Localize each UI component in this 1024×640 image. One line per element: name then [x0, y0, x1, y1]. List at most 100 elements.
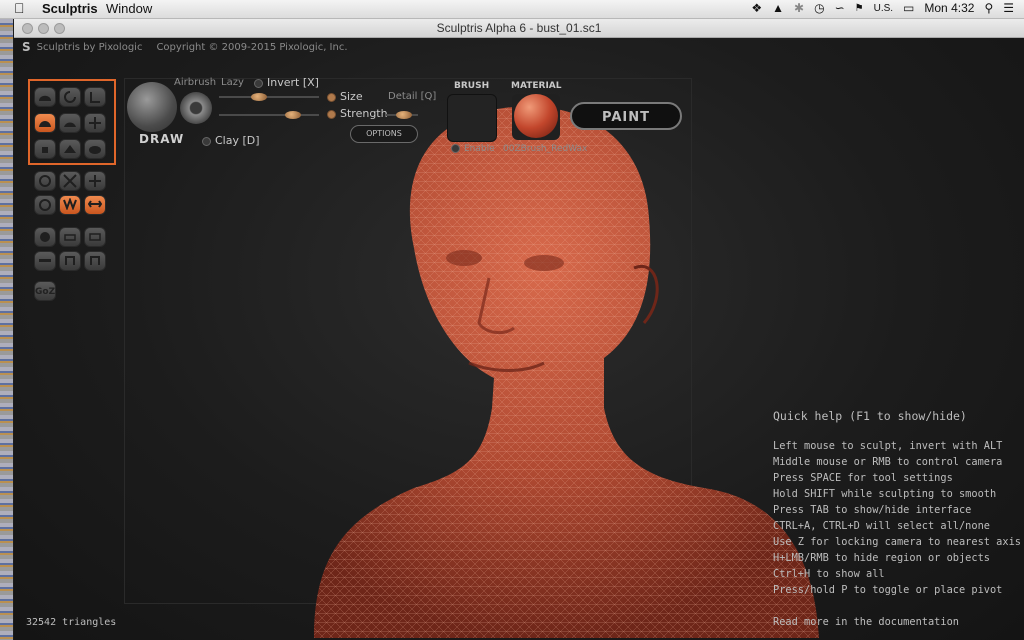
- symmetry-icon[interactable]: [34, 171, 56, 191]
- quick-help: Quick help (F1 to show/hide) Left mouse …: [773, 408, 1021, 630]
- flag-icon[interactable]: ⚑: [855, 3, 864, 14]
- detail-slider[interactable]: [386, 111, 418, 119]
- strength-radio: [327, 109, 336, 119]
- input-source[interactable]: U.S.: [874, 3, 893, 14]
- app-info-line: S Sculptris by Pixologic Copyright © 200…: [22, 40, 348, 54]
- detail-label: Detail [Q]: [388, 91, 437, 102]
- help-line: H+LMB/RMB to hide region or objects: [773, 552, 990, 564]
- show-icon[interactable]: [84, 251, 106, 271]
- app-menu[interactable]: Sculptris: [42, 1, 98, 16]
- help-line: Press SPACE for tool settings: [773, 472, 953, 484]
- clay-toggle[interactable]: Clay [D]: [202, 134, 260, 147]
- brush-title: BRUSH: [454, 81, 490, 91]
- sculptris-window: Sculptris Alpha 6 - bust_01.sc1 S Sculpt…: [14, 19, 1024, 640]
- copyright-text: Copyright © 2009-2015 Pixologic, Inc.: [156, 41, 348, 53]
- battery-icon[interactable]: ▭: [903, 1, 914, 15]
- help-line: Press TAB to show/hide interface: [773, 504, 972, 516]
- subdivide-all-icon[interactable]: [84, 227, 106, 247]
- material-preview: [514, 94, 558, 138]
- help-line: Hold SHIFT while sculpting to smooth: [773, 488, 997, 500]
- mirror-icon[interactable]: [34, 195, 56, 215]
- wifi-icon[interactable]: ∽: [835, 1, 845, 15]
- airbrush-toggle[interactable]: [180, 92, 212, 124]
- sculpt-model-bust[interactable]: [304, 78, 824, 638]
- strength-slider-knob[interactable]: [285, 111, 301, 119]
- invert-toggle[interactable]: Invert [X]: [254, 76, 319, 89]
- enable-radio: [451, 144, 460, 153]
- size-label: Size: [340, 90, 363, 103]
- brush-alpha-slot[interactable]: [447, 94, 497, 142]
- draw-tool-preview[interactable]: [127, 82, 177, 132]
- subdivide-icon[interactable]: [59, 227, 81, 247]
- triangle-count: 32542 triangles: [26, 617, 117, 628]
- status-tray: ❖ ▲ ✱ ◷ ∽ ⚑ U.S. ▭ Mon 4:32 ⚲ ☰: [751, 1, 1014, 15]
- material-slot[interactable]: [512, 94, 560, 140]
- tool-draw[interactable]: [34, 87, 56, 107]
- goz-button[interactable]: GoZ: [34, 281, 56, 301]
- strength-toggle[interactable]: Strength: [327, 107, 388, 120]
- help-line: Use Z for locking camera to nearest axis: [773, 536, 1021, 548]
- symmetry-toggle-icon[interactable]: [59, 195, 81, 215]
- apple-icon[interactable]: : [14, 0, 25, 16]
- tool-pinch[interactable]: [59, 113, 81, 133]
- hide-icon[interactable]: [59, 251, 81, 271]
- tool-flatten[interactable]: [34, 139, 56, 159]
- drive-icon[interactable]: ▲: [772, 1, 784, 15]
- detail-slider-knob[interactable]: [396, 111, 412, 119]
- invert-label: Invert [X]: [267, 76, 319, 89]
- wireframe-icon[interactable]: [59, 171, 81, 191]
- sculpt-viewport[interactable]: S Sculptris by Pixologic Copyright © 200…: [14, 38, 1024, 640]
- invert-radio: [254, 78, 263, 88]
- clock[interactable]: Mon 4:32: [924, 1, 974, 15]
- clay-label: Clay [D]: [215, 134, 260, 147]
- bluetooth-icon[interactable]: ✱: [794, 1, 804, 15]
- brand-text: Sculptris by Pixologic: [36, 41, 143, 53]
- mac-menubar:  Sculptris Window ❖ ▲ ✱ ◷ ∽ ⚑ U.S. ▭ Mo…: [0, 0, 1024, 19]
- tool-inflate[interactable]: [34, 113, 56, 133]
- dock-edge: [0, 19, 13, 640]
- paint-button[interactable]: PAINT: [570, 102, 682, 130]
- quick-help-title: Quick help (F1 to show/hide): [773, 409, 967, 423]
- clay-radio: [202, 136, 211, 146]
- size-radio: [327, 92, 336, 102]
- strength-slider[interactable]: [219, 111, 319, 119]
- tool-scale[interactable]: [59, 139, 81, 159]
- goz-label: GoZ: [35, 287, 56, 297]
- size-slider-knob[interactable]: [251, 93, 267, 101]
- draw-label: DRAW: [139, 132, 185, 146]
- spotlight-icon[interactable]: ⚲: [984, 1, 993, 15]
- sculptris-logo-icon: S: [22, 40, 31, 54]
- window-menu[interactable]: Window: [106, 1, 152, 16]
- tool-grab[interactable]: [84, 113, 106, 133]
- airbrush-label: Airbrush: [174, 77, 217, 88]
- documentation-link[interactable]: Read more in the documentation: [773, 614, 1021, 630]
- help-line: Ctrl+H to show all: [773, 568, 885, 580]
- zoom-button[interactable]: [54, 23, 65, 34]
- window-title: Sculptris Alpha 6 - bust_01.sc1: [436, 21, 602, 35]
- help-line: Middle mouse or RMB to control camera: [773, 456, 1003, 468]
- notification-center-icon[interactable]: ☰: [1003, 1, 1014, 15]
- time-machine-icon[interactable]: ◷: [814, 1, 824, 15]
- help-line: CTRL+A, CTRL+D will select all/none: [773, 520, 990, 532]
- sphere-icon[interactable]: [34, 227, 56, 247]
- strength-label: Strength: [340, 107, 388, 120]
- enable-label: Enable: [464, 144, 495, 154]
- tool-smooth[interactable]: [84, 139, 106, 159]
- size-slider[interactable]: [219, 93, 319, 101]
- brush-enable-toggle[interactable]: Enable: [451, 144, 495, 154]
- options-button[interactable]: OPTIONS: [350, 125, 418, 143]
- tool-rotate[interactable]: [59, 87, 81, 107]
- help-line: Left mouse to sculpt, invert with ALT: [773, 440, 1003, 452]
- grid-icon[interactable]: [84, 171, 106, 191]
- reduce-icon[interactable]: [84, 195, 106, 215]
- title-bar: Sculptris Alpha 6 - bust_01.sc1: [14, 19, 1024, 38]
- material-title: MATERIAL: [511, 81, 562, 91]
- help-line: Press/hold P to toggle or place pivot: [773, 584, 1003, 596]
- material-name: 00ZBrush_RedWax: [503, 144, 588, 154]
- close-button[interactable]: [22, 23, 33, 34]
- tool-crease[interactable]: [84, 87, 106, 107]
- plane-icon[interactable]: [34, 251, 56, 271]
- size-toggle[interactable]: Size: [327, 90, 363, 103]
- dropbox-icon[interactable]: ❖: [751, 1, 762, 15]
- minimize-button[interactable]: [38, 23, 49, 34]
